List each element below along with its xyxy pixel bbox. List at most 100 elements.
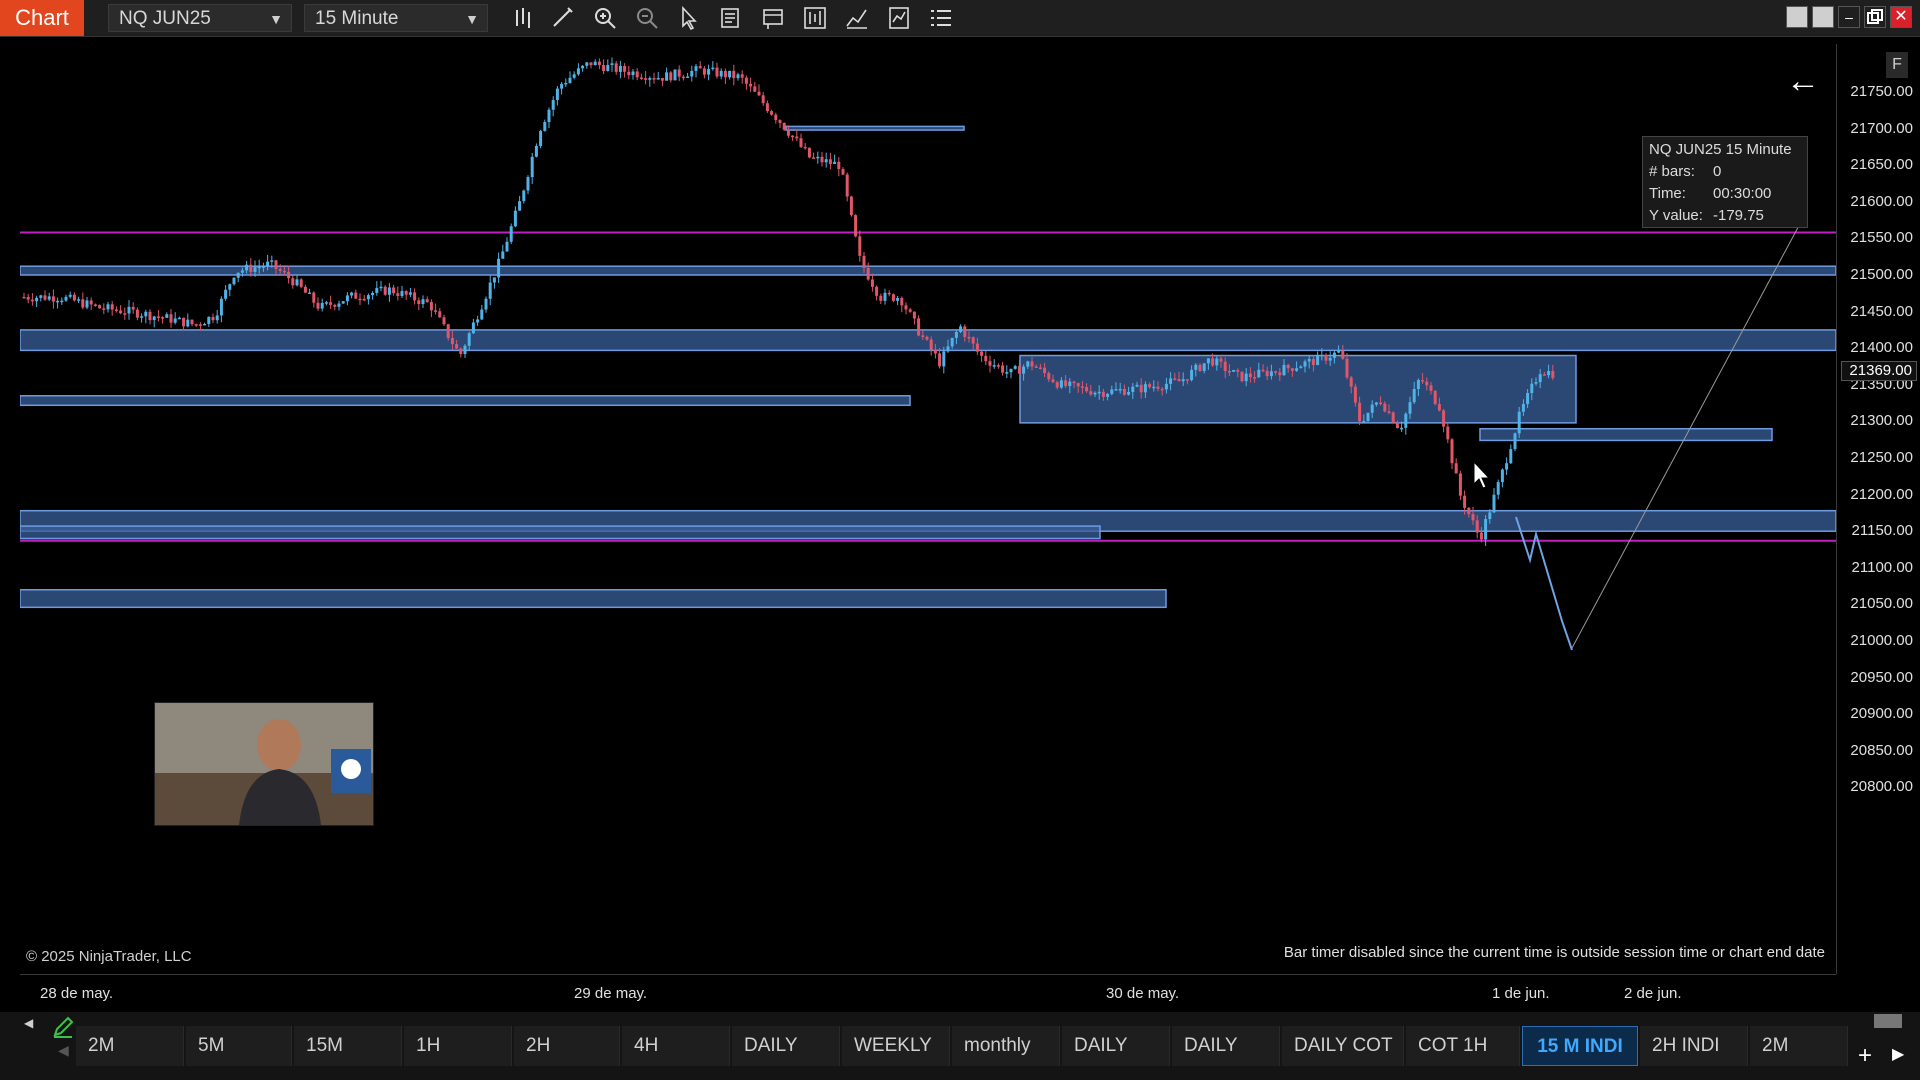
indicators-icon[interactable] [884, 4, 914, 32]
pointer-icon[interactable] [674, 4, 704, 32]
restore-icon[interactable] [1864, 6, 1886, 28]
time-tick-label: 2 de jun. [1624, 985, 1682, 1002]
candle-body [1408, 402, 1412, 414]
candle-body [992, 365, 996, 367]
chart-tab-15m[interactable]: 15M [294, 1026, 402, 1066]
minimize-icon[interactable]: – [1838, 6, 1860, 28]
chart-tab-daily[interactable]: DAILY [1062, 1026, 1170, 1066]
chart-tab-2m[interactable]: 2M [1750, 1026, 1848, 1066]
candle-body [887, 292, 891, 295]
candle-body [1295, 368, 1299, 371]
chart-tab-daily[interactable]: DAILY [1172, 1026, 1280, 1066]
chart-tab-cot-1h[interactable]: COT 1H [1406, 1026, 1520, 1066]
chart-tab-monthly[interactable]: monthly [952, 1026, 1060, 1066]
candle-body [509, 226, 513, 242]
chart-tab-5m[interactable]: 5M [186, 1026, 292, 1066]
chart-tab-weekly[interactable]: WEEKLY [842, 1026, 950, 1066]
candle-body [791, 135, 795, 138]
candle-body [518, 201, 522, 211]
candle-body [1379, 402, 1383, 404]
chart-tab-1h[interactable]: 1H [404, 1026, 512, 1066]
candle-body [261, 266, 265, 268]
scroll-left-icon[interactable]: ◀ [24, 1016, 33, 1030]
candle-body [589, 62, 593, 66]
candle-body [744, 77, 748, 84]
price-tick-label: 21600.00 [1850, 192, 1913, 210]
bars-type-icon[interactable] [508, 4, 538, 32]
candle-body [358, 298, 362, 301]
tooltip-bars-value: 0 [1713, 163, 1722, 180]
candle-body [1479, 532, 1483, 540]
price-tick-label: 21700.00 [1850, 119, 1913, 137]
chart-tab-15-m-indi[interactable]: 15 M INDI [1522, 1026, 1638, 1066]
resize-handle[interactable] [1874, 1014, 1902, 1028]
chart-tab-2h-indi[interactable]: 2H INDI [1640, 1026, 1748, 1066]
chevron-down-icon[interactable]: ▼ [465, 5, 479, 33]
price-chart[interactable] [20, 44, 1836, 974]
tile2-icon[interactable] [1812, 6, 1834, 28]
candle-body [862, 255, 866, 268]
candle-body [51, 296, 55, 302]
close-icon[interactable]: ✕ [1890, 6, 1912, 28]
candle-body [891, 294, 895, 301]
candle-body [156, 316, 160, 318]
candle-body [274, 260, 278, 270]
add-tab-icon[interactable]: + [1858, 1042, 1872, 1070]
candle-body [245, 264, 249, 271]
zoom-out-icon[interactable] [632, 4, 662, 32]
tile-icon[interactable] [1786, 6, 1808, 28]
price-axis[interactable]: 21750.00 21700.00 21650.00 21600.00 21550.00… [1836, 44, 1920, 974]
candle-body [782, 122, 786, 130]
candle-body [1156, 386, 1160, 389]
instrument-selector[interactable]: NQ JUN25 ▼ [108, 4, 292, 32]
tooltip-y-label: Y value: [1649, 207, 1703, 224]
interval-selector[interactable]: 15 Minute ▼ [304, 4, 488, 32]
data-box-icon[interactable] [758, 4, 788, 32]
price-tick-label: 21100.00 [1851, 558, 1913, 576]
chart-tab-daily-cot[interactable]: DAILY COT [1282, 1026, 1404, 1066]
candle-body [778, 120, 782, 123]
candle-body [396, 293, 400, 296]
chevron-down-icon[interactable]: ▼ [269, 5, 283, 33]
chart-trader-icon[interactable] [800, 4, 830, 32]
strategy-icon[interactable] [842, 4, 872, 32]
chart-tab-2m[interactable]: 2M [76, 1026, 184, 1066]
candle-body [820, 156, 824, 163]
candle-body [308, 292, 312, 295]
candle-body [765, 103, 769, 112]
zoom-in-icon[interactable] [590, 4, 620, 32]
price-tick-label: 21000.00 [1850, 632, 1913, 649]
tab-scroll-right-icon[interactable]: ▶ [1892, 1044, 1904, 1064]
time-axis[interactable]: 28 de may. 29 de may. 30 de may. 1 de jun. 2… [20, 974, 1836, 1013]
candle-body [635, 71, 639, 78]
candle-body [1038, 367, 1042, 370]
candle-body [1232, 369, 1236, 372]
candle-body [1223, 361, 1227, 371]
price-tick-label: 21750.00 [1850, 83, 1913, 100]
candle-body [408, 292, 412, 295]
candle-body [984, 355, 988, 362]
interval-label: 15 Minute [315, 8, 399, 29]
candle-body [224, 289, 228, 299]
tab-scroll-left-icon[interactable]: ◀ [58, 1042, 69, 1059]
candle-body [828, 159, 832, 164]
draw-pencil-icon[interactable] [548, 4, 578, 32]
candle-body [1475, 520, 1479, 533]
chart-tab-4h[interactable]: 4H [622, 1026, 730, 1066]
list-icon[interactable] [926, 4, 956, 32]
candle-body [665, 72, 669, 81]
candle-body [232, 277, 236, 285]
back-arrow-icon[interactable]: ← [1786, 62, 1820, 101]
candle-body [131, 306, 135, 310]
pencil-edit-icon[interactable] [50, 1014, 76, 1040]
candle-body [1160, 388, 1164, 391]
candle-body [1467, 507, 1471, 515]
chart-tab-daily[interactable]: DAILY [732, 1026, 840, 1066]
candle-body [1034, 366, 1038, 368]
chart-tab-2h[interactable]: 2H [514, 1026, 620, 1066]
candle-body [1290, 368, 1294, 371]
candle-body [64, 296, 68, 301]
candle-body [81, 299, 85, 308]
chart-tab[interactable]: Chart [0, 0, 84, 36]
properties-icon[interactable] [716, 4, 746, 32]
